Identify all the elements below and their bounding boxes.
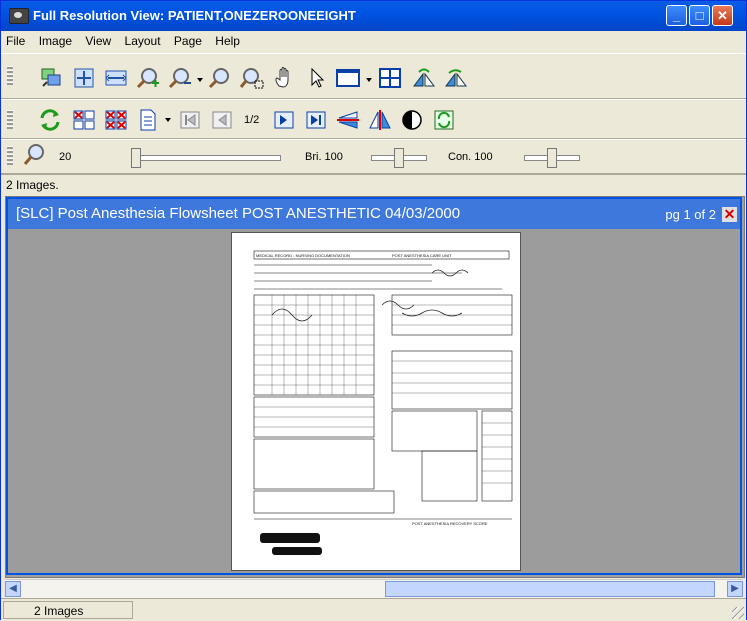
viewer-header: [SLC] Post Anesthesia Flowsheet POST ANE… xyxy=(8,199,740,229)
toolbar-grip[interactable] xyxy=(7,110,13,130)
flip-horizontal-icon[interactable] xyxy=(411,66,437,90)
camera-icon xyxy=(9,8,29,24)
next-page-icon[interactable] xyxy=(271,108,297,132)
status-cell: 2 Images xyxy=(3,601,133,619)
menu-file[interactable]: File xyxy=(1,31,30,51)
remove-all-icon[interactable] xyxy=(103,108,129,132)
contrast-label: Con. 100 xyxy=(448,151,493,163)
toolbar-adjust: 20 Bri. 100 Con. 100 xyxy=(1,139,746,174)
image-viewer[interactable]: [SLC] Post Anesthesia Flowsheet POST ANE… xyxy=(6,197,742,575)
grid-layout-icon[interactable] xyxy=(377,66,403,90)
window-title: Full Resolution View: PATIENT,ONEZEROONE… xyxy=(33,8,356,23)
scroll-right-icon[interactable]: ▶ xyxy=(727,581,743,597)
application-window: Full Resolution View: PATIENT,ONEZEROONE… xyxy=(0,0,747,621)
menu-layout[interactable]: Layout xyxy=(120,31,166,51)
zoom-select-icon[interactable] xyxy=(239,66,265,90)
svg-text:POST ANESTHESIA CARE UNIT: POST ANESTHESIA CARE UNIT xyxy=(392,253,452,258)
toolbar-navigation: 1/2 xyxy=(1,99,746,139)
contrast-slider-thumb[interactable] xyxy=(547,148,557,168)
info-bar: 2 Images. xyxy=(1,174,746,195)
stack-images-icon[interactable] xyxy=(39,66,65,90)
menu-image[interactable]: Image xyxy=(34,31,77,51)
toolbar-grip[interactable] xyxy=(7,66,13,86)
last-page-icon[interactable] xyxy=(303,108,329,132)
menu-bar: File Image View Layout Page Help xyxy=(1,31,746,53)
scrollbar-thumb[interactable] xyxy=(385,581,715,597)
zoom-in-icon[interactable] xyxy=(135,66,161,90)
horizontal-scrollbar[interactable]: ◀ ▶ xyxy=(5,579,743,598)
fit-to-width-icon[interactable] xyxy=(103,66,129,90)
first-page-icon[interactable] xyxy=(177,108,203,132)
scanned-document-image[interactable]: MEDICAL RECORD - NURSING DOCUMENTATION P… xyxy=(231,232,521,571)
contrast-icon[interactable] xyxy=(399,108,425,132)
flip-vertical-icon[interactable] xyxy=(335,108,361,132)
pan-hand-icon[interactable] xyxy=(271,66,297,90)
zoom-slider-thumb[interactable] xyxy=(131,148,141,168)
page-indicator: 1/2 xyxy=(244,114,260,126)
viewer-close-icon[interactable]: ✕ xyxy=(722,207,737,222)
layout-dropdown-arrow-icon[interactable] xyxy=(366,78,372,82)
resize-grip-icon[interactable] xyxy=(732,607,744,619)
pointer-icon[interactable] xyxy=(303,66,329,90)
reload-icon[interactable] xyxy=(431,108,457,132)
document-icon[interactable] xyxy=(135,108,161,132)
refresh-icon[interactable] xyxy=(37,108,63,132)
contrast-slider[interactable] xyxy=(524,148,580,168)
svg-text:POST ANESTHESIA RECOVERY SCORE: POST ANESTHESIA RECOVERY SCORE xyxy=(412,521,488,526)
viewer-title: [SLC] Post Anesthesia Flowsheet POST ANE… xyxy=(16,205,461,222)
minimize-button[interactable]: _ xyxy=(666,5,687,26)
close-button[interactable]: ✕ xyxy=(712,5,733,26)
status-bar: 2 Images xyxy=(1,598,746,621)
brightness-slider[interactable] xyxy=(371,148,427,168)
svg-text:MEDICAL RECORD - NURSING DOCUM: MEDICAL RECORD - NURSING DOCUMENTATION xyxy=(256,253,350,258)
mirror-icon[interactable] xyxy=(367,108,393,132)
title-bar[interactable]: Full Resolution View: PATIENT,ONEZEROONE… xyxy=(1,1,746,31)
zoom-dropdown-arrow-icon[interactable] xyxy=(197,78,203,82)
rotate-icon[interactable] xyxy=(443,66,469,90)
maximize-button[interactable]: □ xyxy=(689,5,710,26)
zoom-slider[interactable] xyxy=(131,148,281,168)
brightness-label: Bri. 100 xyxy=(305,151,343,163)
image-pane: [SLC] Post Anesthesia Flowsheet POST ANE… xyxy=(5,196,745,578)
menu-page[interactable]: Page xyxy=(169,31,207,51)
menu-help[interactable]: Help xyxy=(210,31,245,51)
menu-view[interactable]: View xyxy=(80,31,116,51)
status-text: 2 Images xyxy=(34,604,84,618)
scroll-left-icon[interactable]: ◀ xyxy=(5,581,21,597)
fit-to-window-icon[interactable] xyxy=(71,66,97,90)
toolbar-view xyxy=(1,53,746,99)
image-count-text: 2 Images. xyxy=(6,178,59,192)
document-dropdown-arrow-icon[interactable] xyxy=(165,118,171,122)
toolbar-grip[interactable] xyxy=(7,146,13,166)
remove-image-icon[interactable] xyxy=(71,108,97,132)
window-layout-icon[interactable] xyxy=(335,66,361,90)
zoom-out-icon[interactable] xyxy=(167,66,193,90)
page-number: pg 1 of 2 xyxy=(665,207,716,222)
brightness-slider-thumb[interactable] xyxy=(394,148,404,168)
zoom-icon xyxy=(21,143,47,167)
zoom-rect-icon[interactable] xyxy=(207,66,233,90)
prev-page-icon[interactable] xyxy=(209,108,235,132)
zoom-value: 20 xyxy=(59,151,72,163)
